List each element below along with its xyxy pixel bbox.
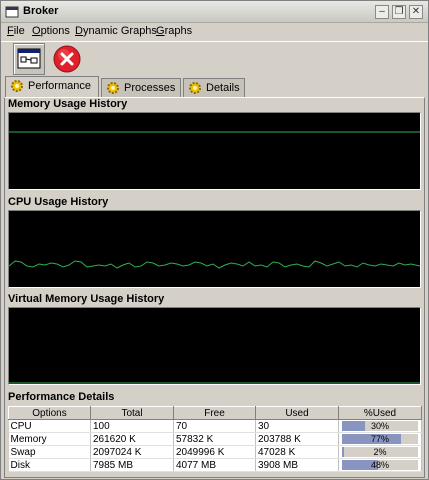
cell-free: 2049996 K [173,445,256,459]
pct-used-text: 77% [370,434,389,444]
performance-details-label: Performance Details [8,391,115,403]
cell-free: 4077 MB [173,458,256,472]
monitor-button[interactable] [13,43,45,75]
stop-button[interactable] [51,43,83,75]
table-row[interactable]: Swap 2097024 K 2049996 K 47028 K 2% [8,445,422,459]
cpu-usage-line [9,260,420,269]
column-header-options[interactable]: Options [8,406,91,420]
gear-icon [189,82,201,94]
cell-free: 57832 K [173,432,256,446]
menu-file[interactable]: File [7,25,25,37]
cell-used: 203788 K [255,432,339,446]
tab-details-label: Details [206,82,240,94]
cell-name: Disk [8,458,91,472]
cell-pct-used: 2% [338,445,422,459]
cell-total: 7985 MB [90,458,174,472]
table-header-row: Options Total Free Used %Used [8,406,422,420]
table-row[interactable]: CPU 100 70 30 30% [8,419,422,433]
gear-icon [107,82,119,94]
column-header-pct-used[interactable]: %Used [338,406,422,420]
cpu-history-graph [8,210,421,288]
menu-graphs[interactable]: Graphs [156,25,192,37]
cell-name: Swap [8,445,91,459]
minimize-button[interactable]: – [375,5,389,19]
cell-used: 47028 K [255,445,339,459]
monitor-icon [17,48,41,69]
cell-name: Memory [8,432,91,446]
cell-total: 261620 K [90,432,174,446]
cell-used: 3908 MB [255,458,339,472]
tab-performance-label: Performance [28,80,91,92]
stop-icon [53,45,81,73]
menu-bar: File Options Dynamic Graphs Graphs [1,23,428,39]
cpu-history-label: CPU Usage History [8,196,109,208]
cell-total: 100 [90,419,174,433]
pct-used-bar: 2% [342,447,418,457]
tab-performance[interactable]: Performance [5,76,99,97]
pct-used-text: 30% [370,421,389,431]
pct-used-bar: 30% [342,421,418,431]
virtual-memory-history-label: Virtual Memory Usage History [8,293,165,305]
table-row[interactable]: Memory 261620 K 57832 K 203788 K 77% [8,432,422,446]
window-title: Broker [23,5,59,17]
cell-pct-used: 77% [338,432,422,446]
cell-free: 70 [173,419,256,433]
tab-strip: Performance Processes Details [5,76,425,98]
memory-history-label: Memory Usage History [8,98,128,110]
gear-icon [11,80,23,92]
close-button[interactable]: ✕ [409,5,423,19]
cell-used: 30 [255,419,339,433]
table-row[interactable]: Disk 7985 MB 4077 MB 3908 MB 48% [8,458,422,472]
cell-name: CPU [8,419,91,433]
column-header-free[interactable]: Free [173,406,256,420]
cell-total: 2097024 K [90,445,174,459]
tab-processes[interactable]: Processes [101,78,181,97]
pct-used-bar: 48% [342,460,418,470]
pct-used-bar: 77% [342,434,418,444]
tab-processes-label: Processes [124,82,176,94]
column-header-used[interactable]: Used [255,406,339,420]
menu-dynamic-graphs[interactable]: Dynamic Graphs [75,25,157,37]
broker-window: Broker – ❐ ✕ File Options Dynamic Graphs… [0,0,429,480]
memory-history-graph [8,112,421,190]
pct-used-text: 2% [373,447,387,457]
tab-details[interactable]: Details [183,78,245,97]
cell-pct-used: 48% [338,458,422,472]
cell-pct-used: 30% [338,419,422,433]
column-header-total[interactable]: Total [90,406,174,420]
pct-used-text: 48% [370,460,389,470]
menu-options[interactable]: Options [32,25,70,37]
maximize-button[interactable]: ❐ [392,5,406,19]
toolbar [1,41,428,75]
virtual-memory-history-graph [8,307,421,385]
performance-details-table: Options Total Free Used %Used CPU 100 70 30… [8,406,422,472]
title-bar[interactable]: Broker – ❐ ✕ [1,1,428,23]
window-app-icon [5,6,19,18]
